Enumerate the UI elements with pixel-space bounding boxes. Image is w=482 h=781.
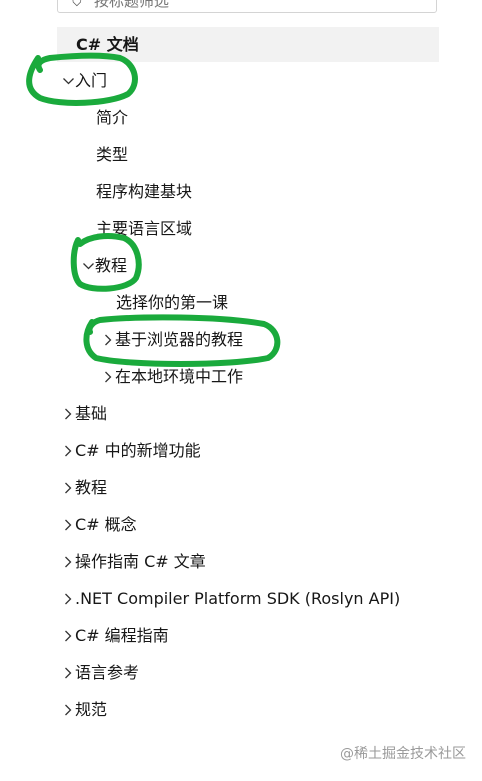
tree-item-label: 主要语言区域 <box>96 219 193 238</box>
chevron-right-icon <box>62 404 75 424</box>
chevron-down-icon <box>82 256 95 276</box>
tree-item-label: C# 编程指南 <box>75 626 169 645</box>
filter-input[interactable] <box>94 0 424 10</box>
tree-item-intro-language-areas[interactable]: 主要语言区域 <box>96 214 192 244</box>
tree-item-roslyn[interactable]: .NET Compiler Platform SDK (Roslyn API) <box>62 584 400 614</box>
chevron-right-icon <box>62 552 75 572</box>
tree-item-tutorials-first-lesson[interactable]: 选择你的第一课 <box>116 288 228 318</box>
chevron-right-icon <box>102 330 115 350</box>
tree-item-label: 在本地环境中工作 <box>115 367 244 386</box>
chevron-right-icon <box>62 515 75 535</box>
filter-icon: ⛉ <box>72 0 82 10</box>
tree-item-label: 基于浏览器的教程 <box>115 330 244 349</box>
chevron-down-icon <box>62 71 75 91</box>
tree-item-label: 语言参考 <box>75 663 140 682</box>
tree-item-concepts[interactable]: C# 概念 <box>62 510 137 540</box>
chevron-right-icon <box>102 367 115 387</box>
chevron-right-icon <box>62 441 75 461</box>
chevron-right-icon <box>62 663 75 683</box>
tree-item-specification[interactable]: 规范 <box>62 695 107 725</box>
tree-item-language-reference[interactable]: 语言参考 <box>62 658 139 688</box>
chevron-right-icon <box>62 700 75 720</box>
tree-item-programming-guide[interactable]: C# 编程指南 <box>62 621 169 651</box>
tree-item-intro[interactable]: 入门 <box>62 66 107 96</box>
tree-item-label: 类型 <box>96 145 129 164</box>
tree-item-intro-building-blocks[interactable]: 程序构建基块 <box>96 177 192 207</box>
chevron-right-icon <box>62 589 75 609</box>
tree-item-label: 入门 <box>75 71 108 90</box>
toc-panel: ⛉ C# 文档 入门 简介 类型 程序构建基块 主要语言区域 教程 选择你的第一… <box>0 0 482 781</box>
tree-item-tutorials-top[interactable]: 教程 <box>62 473 107 503</box>
tree-item-label: 教程 <box>75 478 108 497</box>
tree-item-tutorials-browser[interactable]: 基于浏览器的教程 <box>102 325 243 355</box>
toc-header: C# 文档 <box>57 27 439 62</box>
tree-item-label: .NET Compiler Platform SDK (Roslyn API) <box>75 589 401 608</box>
tree-item-label: 简介 <box>96 108 129 127</box>
tree-item-label: C# 中的新增功能 <box>75 441 201 460</box>
filter-box[interactable]: ⛉ <box>57 0 437 13</box>
tree-item-label: 程序构建基块 <box>96 182 193 201</box>
tree-item-fundamentals[interactable]: 基础 <box>62 399 107 429</box>
tree-item-intro-types[interactable]: 类型 <box>96 140 128 170</box>
tree-item-label: 基础 <box>75 404 108 423</box>
tree-item-label: 选择你的第一课 <box>116 293 229 312</box>
tree-item-tutorials[interactable]: 教程 <box>82 251 127 281</box>
tree-item-whats-new[interactable]: C# 中的新增功能 <box>62 436 201 466</box>
tree-item-tutorials-local[interactable]: 在本地环境中工作 <box>102 362 243 392</box>
tree-item-intro-overview[interactable]: 简介 <box>96 103 128 133</box>
tree-item-howto[interactable]: 操作指南 C# 文章 <box>62 547 206 577</box>
tree-item-label: 规范 <box>75 700 108 719</box>
tree-item-label: 操作指南 C# 文章 <box>75 552 206 571</box>
watermark: @稀土掘金技术社区 <box>340 746 466 762</box>
chevron-right-icon <box>62 478 75 498</box>
tree-item-label: 教程 <box>95 256 128 275</box>
tree-item-label: C# 概念 <box>75 515 137 534</box>
toc-title: C# 文档 <box>76 35 139 54</box>
chevron-right-icon <box>62 626 75 646</box>
